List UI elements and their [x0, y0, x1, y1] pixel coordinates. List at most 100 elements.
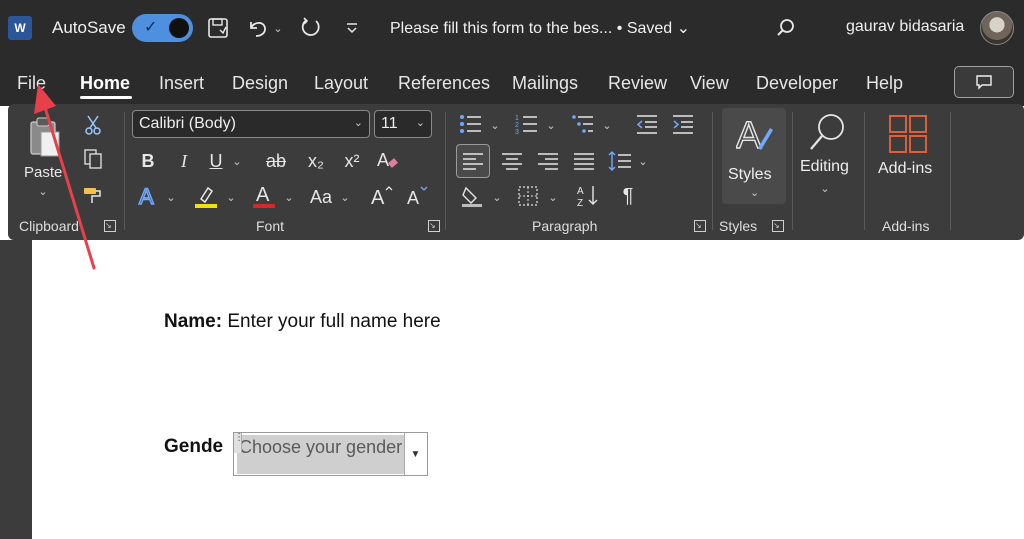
font-color-icon[interactable]: A [250, 182, 278, 210]
text-effects-icon[interactable]: A [136, 182, 160, 210]
tab-help[interactable]: Help [866, 73, 903, 94]
add-ins-icon[interactable] [886, 112, 930, 156]
document-page[interactable] [32, 240, 1024, 539]
bullets-icon[interactable] [458, 110, 484, 138]
change-case-dropdown-icon[interactable]: ⌄ [338, 188, 352, 206]
copy-icon[interactable] [80, 146, 106, 172]
avatar[interactable] [980, 11, 1014, 45]
tab-references[interactable]: References [398, 73, 490, 94]
ribbon-tabs: File Home Insert Design Layout Reference… [0, 58, 1024, 106]
font-size-select[interactable]: 11 ⌄ [374, 110, 432, 138]
show-formatting-icon[interactable]: ¶ [614, 182, 642, 210]
svg-text:Z: Z [577, 198, 583, 209]
highlight-icon[interactable] [192, 182, 220, 210]
tab-view[interactable]: View [690, 73, 729, 94]
tab-insert[interactable]: Insert [159, 73, 204, 94]
gender-dropdown-control[interactable]: Choose your gender ⋮ ▼ [233, 432, 428, 476]
tab-layout[interactable]: Layout [314, 73, 368, 94]
dropdown-arrow-icon[interactable]: ▼ [404, 433, 426, 475]
name-placeholder[interactable]: Enter your full name here [227, 311, 440, 332]
paragraph-group-label: Paragraph [532, 218, 598, 234]
align-center-icon[interactable] [498, 146, 526, 176]
clipboard-group-label: Clipboard [19, 218, 79, 234]
format-painter-icon[interactable] [80, 182, 106, 208]
add-ins-button-label[interactable]: Add-ins [878, 160, 932, 178]
tab-file[interactable]: File [17, 73, 46, 94]
autosave-toggle[interactable]: ✓ [132, 14, 193, 42]
subscript-button[interactable]: x₂ [304, 148, 328, 174]
shading-dropdown-icon[interactable]: ⌄ [490, 188, 504, 206]
search-icon[interactable] [772, 14, 800, 42]
redo-icon[interactable] [296, 14, 324, 42]
multilevel-dropdown-icon[interactable]: ⌄ [600, 116, 614, 134]
save-icon[interactable] [204, 14, 232, 42]
clipboard-launcher-icon[interactable]: ↘ [104, 220, 116, 232]
name-field-row[interactable]: Name: Enter your full name here [164, 311, 441, 333]
title-bar: W AutoSave ✓ ⌄ Please fill this form to … [0, 0, 1024, 58]
underline-button[interactable]: U [204, 148, 228, 174]
chevron-down-icon: ⌄ [353, 117, 363, 129]
justify-icon[interactable] [570, 146, 598, 176]
styles-launcher-icon[interactable]: ↘ [772, 220, 784, 232]
paragraph-launcher-icon[interactable]: ↘ [694, 220, 706, 232]
tab-review[interactable]: Review [608, 73, 667, 94]
bold-button[interactable]: B [136, 148, 160, 174]
borders-dropdown-icon[interactable]: ⌄ [546, 188, 560, 206]
shading-icon[interactable] [458, 182, 486, 210]
customize-quick-access-icon[interactable] [338, 14, 366, 42]
superscript-button[interactable]: x² [340, 148, 364, 174]
numbering-icon[interactable]: 123 [514, 110, 540, 138]
strikethrough-button[interactable]: ab [262, 148, 290, 174]
paste-label[interactable]: Paste [24, 164, 62, 181]
document-title[interactable]: Please fill this form to the bes... • Sa… [390, 18, 690, 38]
line-spacing-dropdown-icon[interactable]: ⌄ [636, 152, 650, 170]
group-separator [445, 112, 446, 230]
highlight-dropdown-icon[interactable]: ⌄ [224, 188, 238, 206]
gender-placeholder[interactable]: Choose your gender [237, 435, 405, 474]
paste-icon[interactable] [22, 112, 68, 164]
ribbon-home: Paste ⌄ Clipboard ↘ Calibri (Body) ⌄ 11 … [8, 104, 1024, 240]
font-size-value: 11 [381, 115, 398, 132]
word-icon[interactable]: W [8, 16, 32, 40]
user-name[interactable]: gaurav bidasaria [846, 18, 964, 36]
text-effects-dropdown-icon[interactable]: ⌄ [164, 188, 178, 206]
decrease-font-size-icon[interactable]: A [404, 182, 432, 210]
tab-mailings[interactable]: Mailings [512, 73, 578, 94]
undo-dropdown-icon[interactable]: ⌄ [270, 14, 286, 42]
align-left-icon[interactable] [456, 144, 490, 178]
styles-button-label: Styles [728, 166, 772, 183]
cut-icon[interactable] [80, 112, 106, 138]
add-ins-group-label: Add-ins [882, 218, 930, 234]
numbering-dropdown-icon[interactable]: ⌄ [544, 116, 558, 134]
clear-formatting-icon[interactable]: A [374, 146, 402, 174]
change-case-button[interactable]: Aa [306, 184, 336, 210]
svg-text:A: A [407, 188, 419, 208]
content-control-handle-icon[interactable]: ⋮ [234, 433, 244, 453]
increase-font-size-icon[interactable]: A [368, 182, 396, 210]
italic-button[interactable]: I [172, 148, 196, 174]
tab-developer[interactable]: Developer [756, 73, 838, 94]
borders-icon[interactable] [514, 182, 542, 210]
editing-dropdown-icon[interactable]: ⌄ [818, 180, 832, 196]
increase-indent-icon[interactable] [670, 110, 696, 138]
editing-icon[interactable] [804, 110, 850, 156]
bullets-dropdown-icon[interactable]: ⌄ [488, 116, 502, 134]
font-launcher-icon[interactable]: ↘ [428, 220, 440, 232]
font-color-dropdown-icon[interactable]: ⌄ [282, 188, 296, 206]
decrease-indent-icon[interactable] [634, 110, 660, 138]
editing-button-label[interactable]: Editing [800, 158, 849, 176]
multilevel-list-icon[interactable] [570, 110, 596, 138]
sort-icon[interactable]: AZ [574, 182, 602, 210]
underline-dropdown-icon[interactable]: ⌄ [230, 152, 244, 170]
undo-icon[interactable] [244, 14, 272, 42]
tab-home[interactable]: Home [80, 73, 130, 94]
align-right-icon[interactable] [534, 146, 562, 176]
group-separator [864, 112, 865, 230]
svg-text:A: A [736, 115, 762, 157]
paste-dropdown-icon[interactable]: ⌄ [36, 184, 50, 198]
font-name-select[interactable]: Calibri (Body) ⌄ [132, 110, 370, 138]
line-spacing-icon[interactable] [606, 146, 634, 176]
styles-button[interactable]: A Styles ⌄ [722, 108, 786, 204]
tab-design[interactable]: Design [232, 73, 288, 94]
comments-button[interactable] [954, 66, 1014, 98]
